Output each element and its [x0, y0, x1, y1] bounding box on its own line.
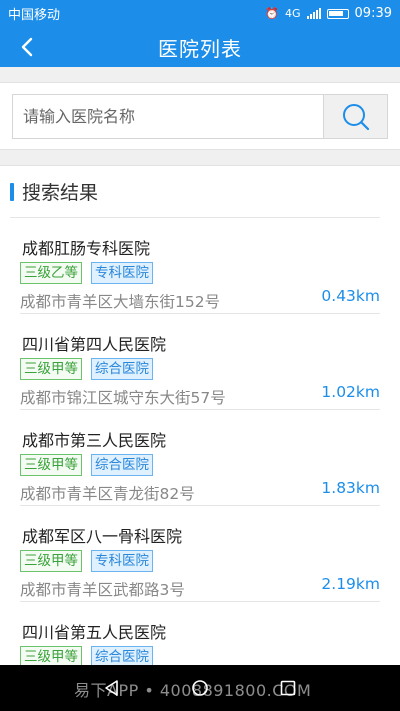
hospital-tags: 三级甲等 综合医院	[20, 358, 153, 380]
results-panel: 搜索结果 成都肛肠专科医院 三级乙等 专科医院 成都市青羊区大墙东街152号 0…	[0, 165, 400, 665]
level-tag: 三级甲等	[20, 358, 82, 380]
carrier-name: 中国移动	[8, 8, 61, 23]
battery-icon	[326, 8, 349, 19]
type-tag: 专科医院	[91, 262, 153, 284]
chevron-left-icon	[21, 37, 33, 57]
level-tag: 三级甲等	[20, 646, 82, 665]
search-section	[0, 82, 400, 150]
hospital-address: 成都市青羊区青龙街82号	[20, 485, 195, 503]
watermark-text: 易下APP • 4008891800.COM	[74, 681, 312, 700]
results-heading: 搜索结果	[22, 182, 99, 204]
hospital-distance: 1.02km	[321, 383, 380, 401]
search-button[interactable]	[323, 95, 387, 138]
hospital-distance: 2.19km	[321, 575, 380, 593]
hospital-tags: 三级甲等 综合医院	[20, 454, 153, 476]
status-icons: ⏰ 4G 09:39	[265, 6, 392, 21]
hospital-list-item[interactable]: 四川省第五人民医院 三级甲等 综合医院	[20, 602, 380, 665]
type-tag: 综合医院	[91, 358, 153, 380]
results-header: 搜索结果	[10, 166, 380, 218]
hospital-address: 成都市青羊区大墙东街152号	[20, 293, 221, 311]
hospital-tags: 三级乙等 专科医院	[20, 262, 153, 284]
hospital-name: 四川省第五人民医院	[22, 623, 167, 642]
hospital-list-item[interactable]: 成都市第三人民医院 三级甲等 综合医院 成都市青羊区青龙街82号 1.83km	[20, 410, 380, 506]
type-tag: 综合医院	[91, 454, 153, 476]
hospital-name: 成都肛肠专科医院	[22, 239, 151, 258]
hospital-name: 成都军区八一骨科医院	[22, 527, 183, 546]
hospital-distance: 0.43km	[321, 287, 380, 305]
network-type: 4G	[285, 7, 301, 20]
back-button[interactable]	[10, 27, 44, 67]
hospital-address: 成都市青羊区武都路3号	[20, 581, 185, 599]
status-bar: 中国移动 ⏰ 4G 09:39	[0, 0, 400, 27]
level-tag: 三级甲等	[20, 454, 82, 476]
hospital-list-item[interactable]: 四川省第四人民医院 三级甲等 综合医院 成都市锦江区城守东大街57号 1.02k…	[20, 314, 380, 410]
hospital-address: 成都市锦江区城守东大街57号	[20, 389, 226, 407]
type-tag: 综合医院	[91, 646, 153, 665]
page-title: 医院列表	[158, 36, 242, 61]
level-tag: 三级甲等	[20, 550, 82, 572]
hospital-name: 四川省第四人民医院	[22, 335, 167, 354]
alarm-icon: ⏰	[265, 7, 279, 20]
nav-bar: 医院列表	[0, 27, 400, 67]
hospital-list-item[interactable]: 成都肛肠专科医院 三级乙等 专科医院 成都市青羊区大墙东街152号 0.43km	[20, 218, 380, 314]
type-tag: 专科医院	[91, 550, 153, 572]
search-icon	[342, 103, 369, 130]
hospital-tags: 三级甲等 专科医院	[20, 550, 153, 572]
hospital-name: 成都市第三人民医院	[22, 431, 167, 450]
hospital-list-item[interactable]: 成都军区八一骨科医院 三级甲等 专科医院 成都市青羊区武都路3号 2.19km	[20, 506, 380, 602]
search-input[interactable]	[13, 95, 323, 138]
level-tag: 三级乙等	[20, 262, 82, 284]
section-marker	[10, 182, 14, 201]
signal-icon	[306, 8, 321, 19]
clock: 09:39	[354, 6, 392, 21]
hospital-distance: 1.83km	[321, 479, 380, 497]
hospital-tags: 三级甲等 综合医院	[20, 646, 153, 665]
search-box	[12, 94, 388, 139]
